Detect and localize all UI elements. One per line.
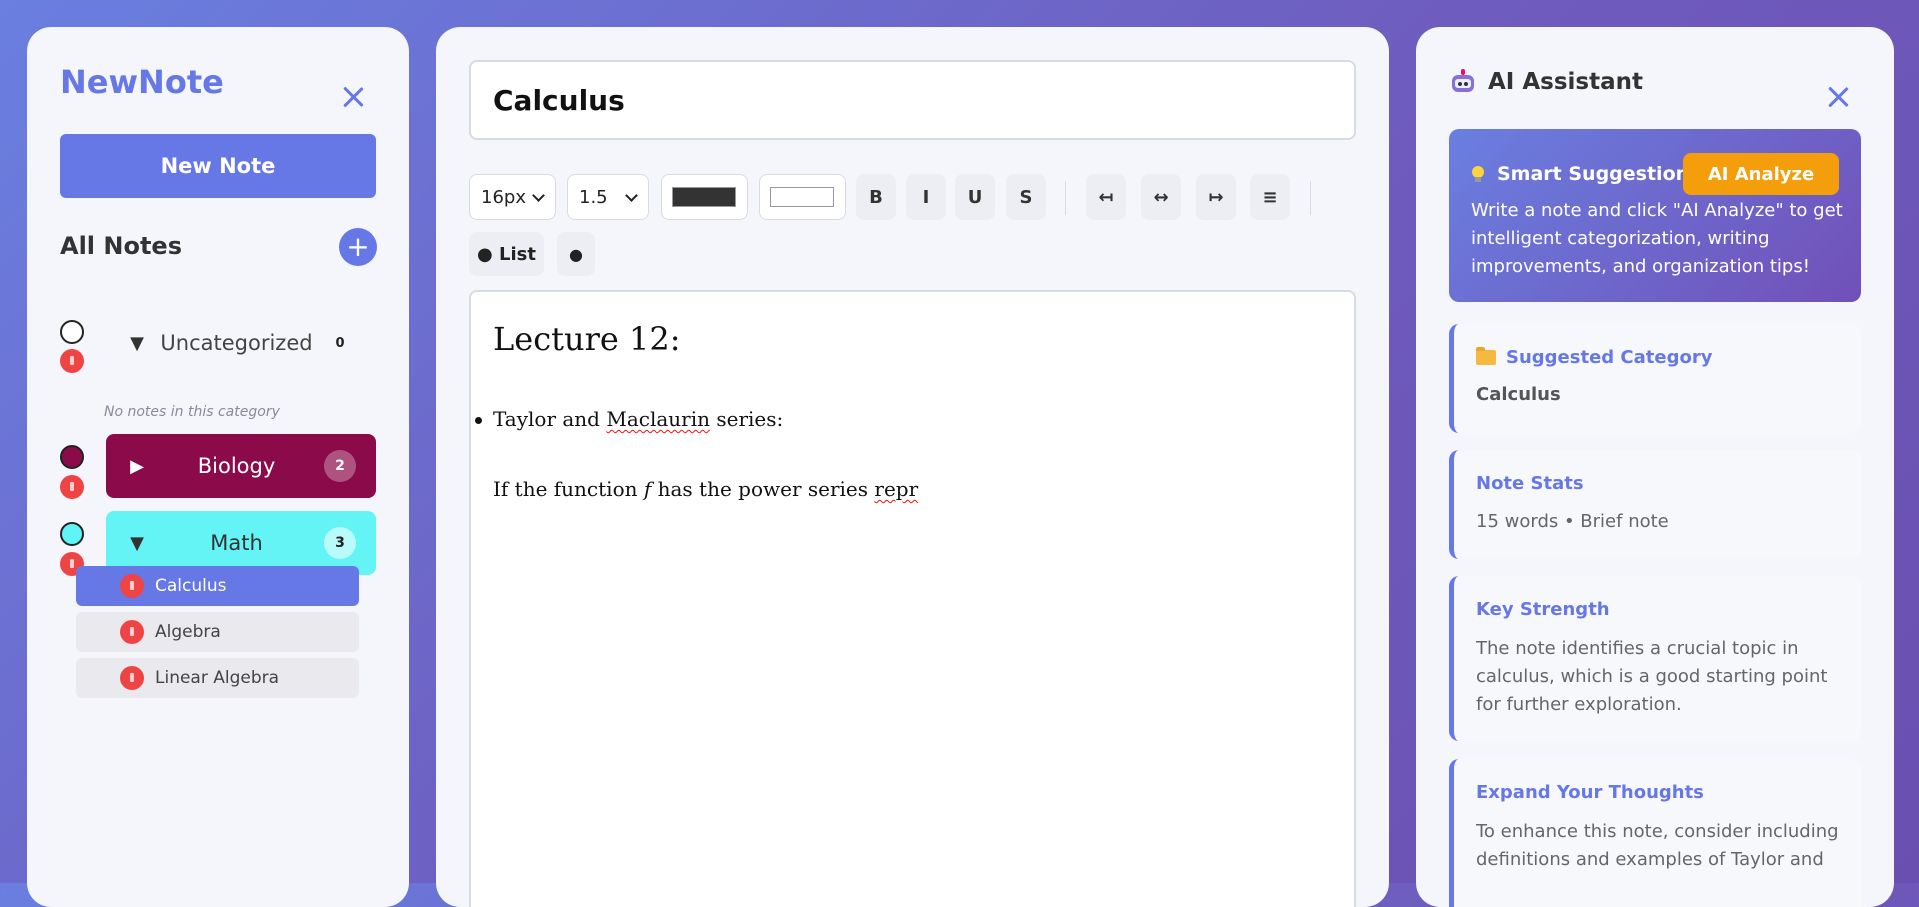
key-strength-text: The note identifies a crucial topic in c… — [1476, 638, 1828, 715]
text-color-swatch — [672, 187, 736, 207]
italic-button[interactable]: I — [906, 174, 946, 220]
category-biology[interactable]: ▶ Biology 2 — [106, 434, 376, 498]
card-title-text: Suggested Category — [1506, 347, 1713, 368]
note-stats-value: 15 words • Brief note — [1476, 511, 1669, 532]
toolbar-divider — [1065, 181, 1066, 215]
paragraph-text: If the function — [493, 477, 644, 501]
content-bullet: Taylor and Maclaurin series: — [474, 407, 784, 431]
smart-suggestions-heading: Smart Suggestions — [1471, 163, 1700, 185]
category-name: Math — [210, 531, 263, 555]
align-center-button[interactable]: ↔ — [1141, 174, 1181, 220]
close-assistant-icon[interactable] — [1825, 84, 1851, 110]
note-stats-card: Note Stats 15 words • Brief note — [1449, 450, 1861, 559]
highlight-color-swatch — [770, 187, 834, 207]
align-left-button[interactable]: ↤ — [1086, 174, 1126, 220]
expand-arrow-icon: ▶ — [130, 455, 144, 477]
bullet-text: Taylor and — [493, 407, 607, 431]
note-title: Calculus — [155, 576, 227, 596]
delete-note-icon[interactable] — [120, 666, 144, 690]
chevron-down-icon — [532, 189, 545, 202]
delete-category-biology-icon[interactable] — [60, 475, 84, 499]
note-item-linear-algebra[interactable]: Linear Algebra — [76, 658, 359, 698]
folder-icon — [1476, 347, 1496, 365]
expand-thoughts-text: To enhance this note, consider including… — [1476, 821, 1839, 870]
line-height-select[interactable]: 1.5 — [567, 174, 649, 220]
card-title: Key Strength — [1476, 599, 1610, 620]
toolbar-divider — [1310, 181, 1311, 215]
category-count-badge: 0 — [335, 335, 345, 351]
category-name: Biology — [197, 454, 276, 478]
font-size-value: 16px — [481, 186, 526, 208]
note-title: Linear Algebra — [155, 668, 280, 688]
ai-assistant-title: AI Assistant — [1488, 69, 1644, 95]
spellcheck-flag: Maclaurin — [606, 407, 710, 431]
delete-category-uncategorized-icon[interactable] — [60, 349, 84, 373]
lightbulb-icon — [1471, 166, 1485, 182]
card-title: Suggested Category — [1476, 347, 1712, 368]
delete-note-icon[interactable] — [120, 620, 144, 644]
bold-button[interactable]: B — [856, 174, 896, 220]
suggested-category-card: Suggested Category Calculus — [1449, 324, 1861, 433]
text-color-picker[interactable] — [661, 174, 748, 220]
expand-thoughts-card: Expand Your Thoughts To enhance this not… — [1449, 759, 1861, 907]
category-count-badge: 3 — [324, 527, 356, 559]
ai-analyze-button[interactable]: AI Analyze — [1683, 153, 1839, 195]
collapse-arrow-icon: ▼ — [130, 532, 144, 554]
font-size-select[interactable]: 16px — [469, 174, 556, 220]
sidebar: NewNote New Note All Notes + ▼ Uncategor… — [27, 27, 409, 907]
bullet-list-button[interactable]: ● List — [469, 232, 544, 276]
card-title: Note Stats — [1476, 473, 1584, 494]
app-brand: NewNote — [60, 63, 224, 101]
paragraph-text: has the power series — [651, 477, 875, 501]
bullet-text: series: — [710, 407, 784, 431]
smart-suggestions-box: Smart Suggestions AI Analyze Write a not… — [1449, 129, 1861, 302]
card-title: Expand Your Thoughts — [1476, 782, 1704, 803]
note-item-algebra[interactable]: Algebra — [76, 612, 359, 652]
suggested-category-value: Calculus — [1476, 384, 1561, 405]
ai-assistant-panel: AI Assistant Smart Suggestions AI Analyz… — [1416, 27, 1894, 907]
key-strength-card: Key Strength The note identifies a cruci… — [1449, 576, 1861, 741]
empty-category-message: No notes in this category — [104, 404, 280, 420]
category-color-picker-biology[interactable] — [60, 445, 84, 469]
highlight-color-picker[interactable] — [759, 174, 846, 220]
delete-note-icon[interactable] — [120, 574, 144, 598]
category-name: Uncategorized — [160, 331, 313, 355]
align-right-button[interactable]: ↦ — [1196, 174, 1236, 220]
close-sidebar-icon[interactable] — [340, 84, 366, 110]
note-content-editor[interactable]: Lecture 12: Taylor and Maclaurin series:… — [469, 290, 1356, 907]
note-title-input[interactable] — [469, 60, 1356, 140]
chevron-down-icon — [625, 189, 638, 202]
ai-assistant-heading: AI Assistant — [1450, 69, 1643, 95]
spellcheck-flag: repr — [874, 477, 919, 501]
collapse-arrow-icon: ▼ — [130, 332, 144, 354]
note-item-calculus[interactable]: Calculus — [76, 566, 359, 606]
smart-suggestions-text: Write a note and click "AI Analyze" to g… — [1471, 200, 1843, 277]
category-color-picker-uncategorized[interactable] — [60, 320, 84, 344]
new-note-button[interactable]: New Note — [60, 134, 376, 198]
underline-button[interactable]: U — [955, 174, 995, 220]
robot-icon — [1450, 69, 1476, 95]
editor-panel: 16px 1.5 B I U S ↤ ↔ ↦ ≡ ● List ● Lectur… — [436, 27, 1389, 907]
bullet-dot-button[interactable]: ● — [557, 232, 595, 276]
justify-button[interactable]: ≡ — [1250, 174, 1290, 220]
strikethrough-button[interactable]: S — [1006, 174, 1046, 220]
line-height-value: 1.5 — [579, 186, 608, 208]
all-notes-heading: All Notes — [60, 232, 182, 260]
smart-suggestions-title: Smart Suggestions — [1497, 163, 1701, 185]
category-uncategorized[interactable]: ▼ Uncategorized 0 — [106, 311, 376, 375]
category-count-badge: 2 — [324, 450, 356, 482]
add-category-button[interactable]: + — [339, 228, 377, 266]
content-paragraph: If the function f has the power series r… — [493, 477, 918, 501]
note-title: Algebra — [155, 622, 221, 642]
content-heading: Lecture 12: — [493, 320, 681, 358]
category-color-picker-math[interactable] — [60, 522, 84, 546]
